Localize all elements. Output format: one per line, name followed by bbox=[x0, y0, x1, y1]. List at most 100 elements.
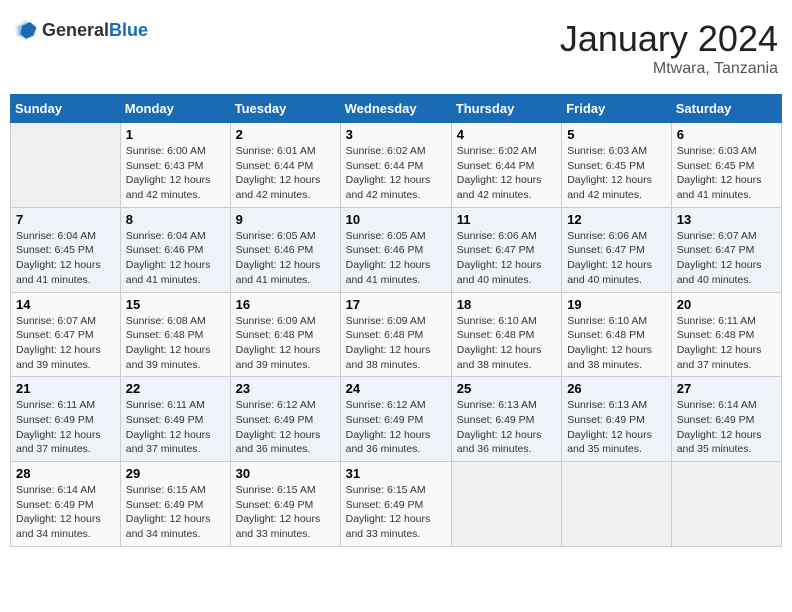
logo-blue: Blue bbox=[109, 20, 148, 40]
day-info: Sunrise: 6:14 AMSunset: 6:49 PMDaylight:… bbox=[16, 483, 115, 542]
day-info: Sunrise: 6:11 AMSunset: 6:49 PMDaylight:… bbox=[126, 398, 225, 457]
calendar-cell: 22 Sunrise: 6:11 AMSunset: 6:49 PMDayligh… bbox=[120, 377, 230, 462]
calendar-cell: 4 Sunrise: 6:02 AMSunset: 6:44 PMDaylight… bbox=[451, 123, 561, 208]
weekday-header-wednesday: Wednesday bbox=[340, 95, 451, 123]
weekday-header-tuesday: Tuesday bbox=[230, 95, 340, 123]
calendar-cell: 23 Sunrise: 6:12 AMSunset: 6:49 PMDayligh… bbox=[230, 377, 340, 462]
day-info: Sunrise: 6:01 AMSunset: 6:44 PMDaylight:… bbox=[236, 144, 335, 203]
logo-icon bbox=[14, 18, 38, 42]
calendar-cell bbox=[11, 123, 121, 208]
day-number: 11 bbox=[457, 212, 556, 227]
day-number: 13 bbox=[677, 212, 776, 227]
day-info: Sunrise: 6:06 AMSunset: 6:47 PMDaylight:… bbox=[457, 229, 556, 288]
calendar-cell: 1 Sunrise: 6:00 AMSunset: 6:43 PMDaylight… bbox=[120, 123, 230, 208]
day-number: 14 bbox=[16, 297, 115, 312]
day-info: Sunrise: 6:11 AMSunset: 6:48 PMDaylight:… bbox=[677, 314, 776, 373]
day-info: Sunrise: 6:04 AMSunset: 6:45 PMDaylight:… bbox=[16, 229, 115, 288]
day-info: Sunrise: 6:03 AMSunset: 6:45 PMDaylight:… bbox=[567, 144, 666, 203]
calendar-cell bbox=[671, 462, 781, 547]
calendar-cell: 18Sunrise: 6:10 AMSunset: 6:48 PMDayligh… bbox=[451, 292, 561, 377]
calendar-cell: 3 Sunrise: 6:02 AMSunset: 6:44 PMDaylight… bbox=[340, 123, 451, 208]
weekday-header-saturday: Saturday bbox=[671, 95, 781, 123]
day-number: 12 bbox=[567, 212, 666, 227]
calendar-cell: 24Sunrise: 6:12 AMSunset: 6:49 PMDayligh… bbox=[340, 377, 451, 462]
calendar-week-row: 21 Sunrise: 6:11 AMSunset: 6:49 PMDayligh… bbox=[11, 377, 782, 462]
day-number: 31 bbox=[346, 466, 446, 481]
day-info: Sunrise: 6:15 AMSunset: 6:49 PMDaylight:… bbox=[346, 483, 446, 542]
calendar-cell: 17Sunrise: 6:09 AMSunset: 6:48 PMDayligh… bbox=[340, 292, 451, 377]
day-info: Sunrise: 6:10 AMSunset: 6:48 PMDaylight:… bbox=[457, 314, 556, 373]
day-info: Sunrise: 6:04 AMSunset: 6:46 PMDaylight:… bbox=[126, 229, 225, 288]
calendar-cell: 8 Sunrise: 6:04 AMSunset: 6:46 PMDaylight… bbox=[120, 207, 230, 292]
day-info: Sunrise: 6:13 AMSunset: 6:49 PMDaylight:… bbox=[567, 398, 666, 457]
day-number: 30 bbox=[236, 466, 335, 481]
day-info: Sunrise: 6:10 AMSunset: 6:48 PMDaylight:… bbox=[567, 314, 666, 373]
calendar-cell: 7 Sunrise: 6:04 AMSunset: 6:45 PMDaylight… bbox=[11, 207, 121, 292]
calendar-cell bbox=[562, 462, 672, 547]
calendar-cell: 29Sunrise: 6:15 AMSunset: 6:49 PMDayligh… bbox=[120, 462, 230, 547]
calendar-cell: 21 Sunrise: 6:11 AMSunset: 6:49 PMDayligh… bbox=[11, 377, 121, 462]
weekday-header-monday: Monday bbox=[120, 95, 230, 123]
calendar-cell: 26 Sunrise: 6:13 AMSunset: 6:49 PMDayligh… bbox=[562, 377, 672, 462]
calendar-cell: 25 Sunrise: 6:13 AMSunset: 6:49 PMDayligh… bbox=[451, 377, 561, 462]
day-number: 16 bbox=[236, 297, 335, 312]
weekday-header-sunday: Sunday bbox=[11, 95, 121, 123]
day-number: 25 bbox=[457, 381, 556, 396]
day-info: Sunrise: 6:12 AMSunset: 6:49 PMDaylight:… bbox=[236, 398, 335, 457]
calendar-week-row: 7 Sunrise: 6:04 AMSunset: 6:45 PMDaylight… bbox=[11, 207, 782, 292]
calendar-cell: 11 Sunrise: 6:06 AMSunset: 6:47 PMDayligh… bbox=[451, 207, 561, 292]
calendar-cell: 28 Sunrise: 6:14 AMSunset: 6:49 PMDayligh… bbox=[11, 462, 121, 547]
day-number: 29 bbox=[126, 466, 225, 481]
day-info: Sunrise: 6:11 AMSunset: 6:49 PMDaylight:… bbox=[16, 398, 115, 457]
calendar-cell: 31 Sunrise: 6:15 AMSunset: 6:49 PMDayligh… bbox=[340, 462, 451, 547]
day-info: Sunrise: 6:03 AMSunset: 6:45 PMDaylight:… bbox=[677, 144, 776, 203]
day-number: 27 bbox=[677, 381, 776, 396]
day-number: 8 bbox=[126, 212, 225, 227]
calendar-cell: 6 Sunrise: 6:03 AMSunset: 6:45 PMDaylight… bbox=[671, 123, 781, 208]
day-info: Sunrise: 6:07 AMSunset: 6:47 PMDaylight:… bbox=[677, 229, 776, 288]
day-number: 3 bbox=[346, 127, 446, 142]
day-number: 7 bbox=[16, 212, 115, 227]
day-number: 5 bbox=[567, 127, 666, 142]
day-number: 21 bbox=[16, 381, 115, 396]
day-info: Sunrise: 6:06 AMSunset: 6:47 PMDaylight:… bbox=[567, 229, 666, 288]
calendar-cell: 19 Sunrise: 6:10 AMSunset: 6:48 PMDayligh… bbox=[562, 292, 672, 377]
calendar-cell: 13 Sunrise: 6:07 AMSunset: 6:47 PMDayligh… bbox=[671, 207, 781, 292]
day-number: 1 bbox=[126, 127, 225, 142]
calendar-cell: 14Sunrise: 6:07 AMSunset: 6:47 PMDayligh… bbox=[11, 292, 121, 377]
calendar-cell: 5 Sunrise: 6:03 AMSunset: 6:45 PMDaylight… bbox=[562, 123, 672, 208]
location-subtitle: Mtwara, Tanzania bbox=[560, 60, 778, 78]
day-number: 23 bbox=[236, 381, 335, 396]
calendar-cell: 9Sunrise: 6:05 AMSunset: 6:46 PMDaylight… bbox=[230, 207, 340, 292]
calendar-cell: 15 Sunrise: 6:08 AMSunset: 6:48 PMDayligh… bbox=[120, 292, 230, 377]
calendar-table: SundayMondayTuesdayWednesdayThursdayFrid… bbox=[10, 94, 782, 547]
day-number: 22 bbox=[126, 381, 225, 396]
weekday-header-thursday: Thursday bbox=[451, 95, 561, 123]
calendar-week-row: 14Sunrise: 6:07 AMSunset: 6:47 PMDayligh… bbox=[11, 292, 782, 377]
day-info: Sunrise: 6:00 AMSunset: 6:43 PMDaylight:… bbox=[126, 144, 225, 203]
title-area: January 2024 Mtwara, Tanzania bbox=[560, 18, 778, 78]
day-info: Sunrise: 6:05 AMSunset: 6:46 PMDaylight:… bbox=[346, 229, 446, 288]
day-info: Sunrise: 6:05 AMSunset: 6:46 PMDaylight:… bbox=[236, 229, 335, 288]
day-info: Sunrise: 6:08 AMSunset: 6:48 PMDaylight:… bbox=[126, 314, 225, 373]
calendar-cell: 10 Sunrise: 6:05 AMSunset: 6:46 PMDayligh… bbox=[340, 207, 451, 292]
day-number: 26 bbox=[567, 381, 666, 396]
day-number: 10 bbox=[346, 212, 446, 227]
day-number: 17 bbox=[346, 297, 446, 312]
day-info: Sunrise: 6:15 AMSunset: 6:49 PMDaylight:… bbox=[236, 483, 335, 542]
day-number: 15 bbox=[126, 297, 225, 312]
day-info: Sunrise: 6:02 AMSunset: 6:44 PMDaylight:… bbox=[346, 144, 446, 203]
day-number: 4 bbox=[457, 127, 556, 142]
day-info: Sunrise: 6:14 AMSunset: 6:49 PMDaylight:… bbox=[677, 398, 776, 457]
day-number: 6 bbox=[677, 127, 776, 142]
logo-text: GeneralBlue bbox=[42, 20, 148, 41]
day-number: 28 bbox=[16, 466, 115, 481]
day-info: Sunrise: 6:02 AMSunset: 6:44 PMDaylight:… bbox=[457, 144, 556, 203]
weekday-header-row: SundayMondayTuesdayWednesdayThursdayFrid… bbox=[11, 95, 782, 123]
day-number: 19 bbox=[567, 297, 666, 312]
day-info: Sunrise: 6:13 AMSunset: 6:49 PMDaylight:… bbox=[457, 398, 556, 457]
day-number: 24 bbox=[346, 381, 446, 396]
calendar-cell: 30 Sunrise: 6:15 AMSunset: 6:49 PMDayligh… bbox=[230, 462, 340, 547]
day-number: 2 bbox=[236, 127, 335, 142]
day-info: Sunrise: 6:09 AMSunset: 6:48 PMDaylight:… bbox=[236, 314, 335, 373]
